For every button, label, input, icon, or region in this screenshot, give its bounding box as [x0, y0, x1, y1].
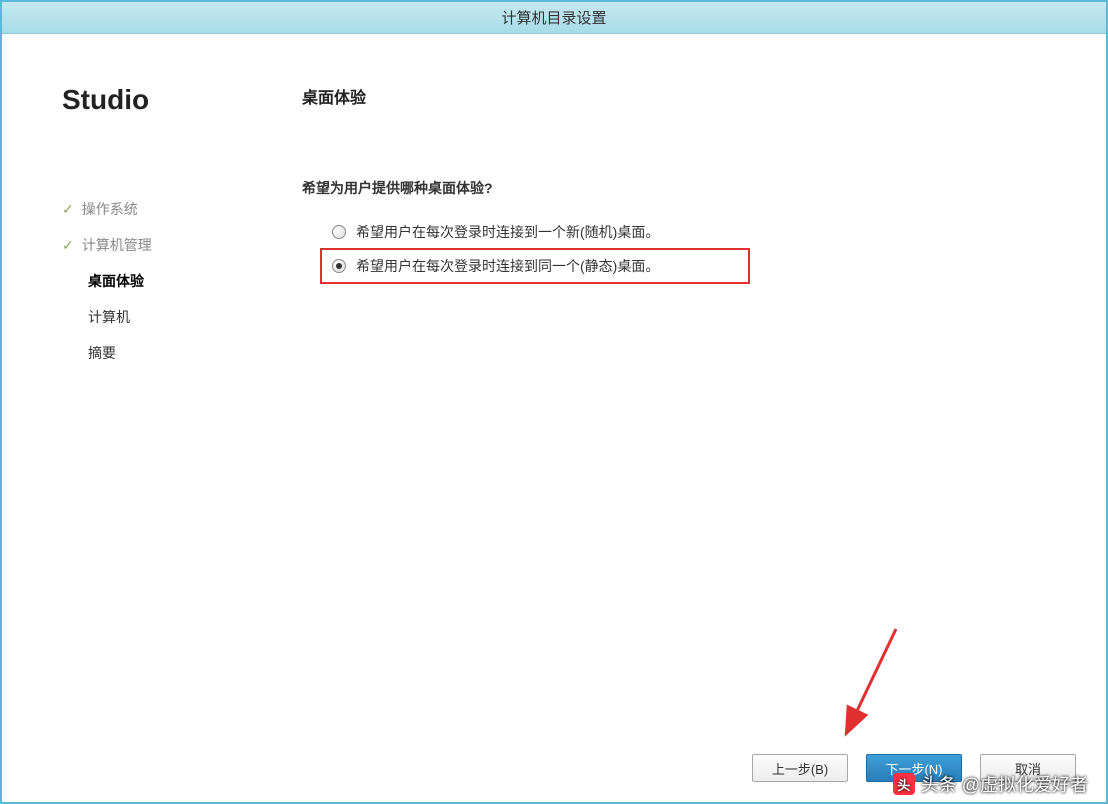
button-label: 上一步(B)	[772, 759, 828, 778]
step-label: 计算机	[88, 307, 130, 327]
main-panel: 桌面体验 希望为用户提供哪种桌面体验? 希望用户在每次登录时连接到一个新(随机)…	[292, 84, 1076, 802]
button-label: 取消	[1015, 759, 1041, 778]
body: Studio ✓ 操作系统 ✓ 计算机管理 桌面体验 计算机	[2, 34, 1106, 802]
brand-label: Studio	[62, 84, 292, 116]
option-static-desktop[interactable]: 希望用户在每次登录时连接到同一个(静态)桌面。	[320, 248, 750, 284]
option-label: 希望用户在每次登录时连接到一个新(随机)桌面。	[356, 222, 659, 242]
button-label: 下一步(N)	[885, 759, 942, 778]
dialog-window: 计算机目录设置 Studio ✓ 操作系统 ✓ 计算机管理 桌面体验	[0, 0, 1108, 804]
next-button[interactable]: 下一步(N)	[866, 754, 962, 782]
cancel-button[interactable]: 取消	[980, 754, 1076, 782]
titlebar: 计算机目录设置	[2, 2, 1106, 34]
step-os[interactable]: ✓ 操作系统	[62, 191, 292, 227]
sidebar: Studio ✓ 操作系统 ✓ 计算机管理 桌面体验 计算机	[32, 84, 292, 802]
footer-buttons: 上一步(B) 下一步(N) 取消	[752, 754, 1076, 782]
radio-icon[interactable]	[332, 259, 346, 273]
radio-icon[interactable]	[332, 225, 346, 239]
page-title: 桌面体验	[302, 84, 1076, 108]
back-button[interactable]: 上一步(B)	[752, 754, 848, 782]
step-machine-management[interactable]: ✓ 计算机管理	[62, 227, 292, 263]
check-icon: ✓	[62, 237, 74, 254]
step-machines[interactable]: 计算机	[62, 299, 292, 335]
option-random-desktop[interactable]: 希望用户在每次登录时连接到一个新(随机)桌面。	[322, 216, 752, 248]
step-label: 摘要	[88, 343, 116, 363]
wizard-steps: ✓ 操作系统 ✓ 计算机管理 桌面体验 计算机 摘要	[62, 191, 292, 371]
step-desktop-experience[interactable]: 桌面体验	[62, 263, 292, 299]
check-icon: ✓	[62, 201, 74, 218]
question-label: 希望为用户提供哪种桌面体验?	[302, 178, 1076, 198]
step-summary[interactable]: 摘要	[62, 335, 292, 371]
step-label: 桌面体验	[88, 271, 144, 291]
option-label: 希望用户在每次登录时连接到同一个(静态)桌面。	[356, 256, 659, 276]
window-title: 计算机目录设置	[501, 7, 606, 28]
step-label: 操作系统	[82, 199, 138, 219]
step-label: 计算机管理	[82, 235, 152, 255]
